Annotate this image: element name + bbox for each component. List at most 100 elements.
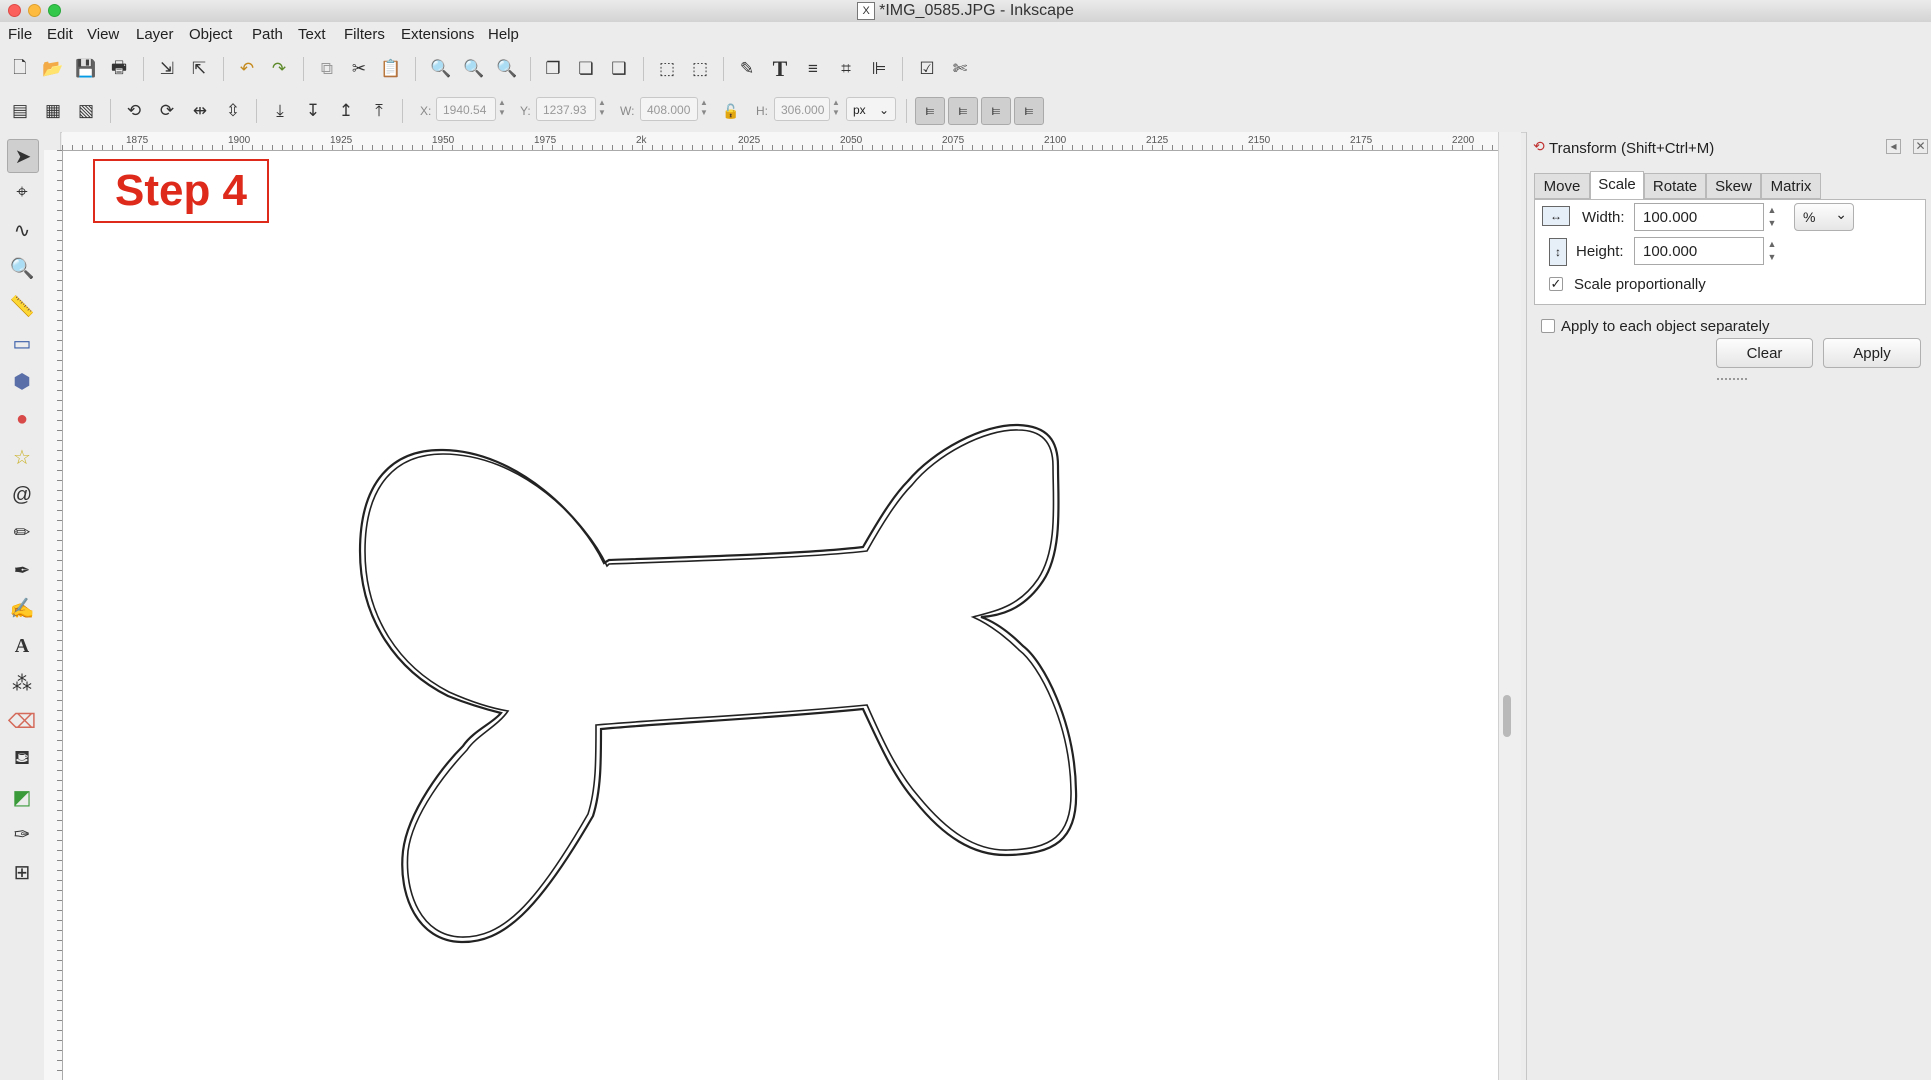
select-all-icon[interactable]: ▤ xyxy=(7,98,33,124)
calligraphy-tool-icon[interactable]: ✍ xyxy=(7,592,37,624)
scale-corners-toggle[interactable]: ⫢ xyxy=(948,97,978,125)
menu-view[interactable]: View xyxy=(87,26,119,43)
unlink-clone-icon[interactable]: ❑ xyxy=(606,56,632,82)
menu-layer[interactable]: Layer xyxy=(136,26,174,43)
height-spinner[interactable]: ▲ ▼ xyxy=(1765,238,1779,264)
lower-to-bottom-icon[interactable]: ⤓ xyxy=(267,98,293,124)
zoom-tool-icon[interactable]: 🔍 xyxy=(7,252,37,284)
connector-tool-icon[interactable]: ⊞ xyxy=(7,856,37,888)
ungroup-icon[interactable]: ⬚ xyxy=(687,56,713,82)
vertical-ruler[interactable] xyxy=(44,150,63,1080)
vertical-scrollbar[interactable] xyxy=(1498,132,1521,1080)
y-spinner[interactable]: ▲ ▼ xyxy=(596,98,608,120)
export-icon[interactable]: ⇱ xyxy=(186,56,212,82)
bone-outline[interactable] xyxy=(63,151,1498,1080)
tab-rotate[interactable]: Rotate xyxy=(1644,173,1706,199)
apply-each-checkbox[interactable] xyxy=(1541,319,1555,333)
open-folder-icon[interactable]: 📂 xyxy=(40,56,66,82)
fill-stroke-icon[interactable]: ✎ xyxy=(734,56,760,82)
zoom-page-icon[interactable]: 🔍 xyxy=(494,56,520,82)
copy-icon[interactable]: ⧉ xyxy=(314,56,340,82)
layers-icon[interactable]: ≡ xyxy=(800,56,826,82)
rotate-ccw-icon[interactable]: ⟲ xyxy=(121,98,147,124)
drawing-canvas[interactable]: Step 4 xyxy=(63,151,1498,1080)
menu-path[interactable]: Path xyxy=(252,26,283,43)
rotate-cw-icon[interactable]: ⟳ xyxy=(154,98,180,124)
zoom-drawing-icon[interactable]: 🔍 xyxy=(461,56,487,82)
tab-scale[interactable]: Scale xyxy=(1590,171,1644,200)
x-field[interactable]: 1940.54 xyxy=(436,97,496,121)
spray-tool-icon[interactable]: ⁂ xyxy=(7,667,37,699)
menu-help[interactable]: Help xyxy=(488,26,519,43)
zoom-selection-icon[interactable]: 🔍 xyxy=(428,56,454,82)
text-font-icon[interactable]: T xyxy=(767,56,793,82)
unit-dropdown[interactable]: % ⌄ xyxy=(1794,203,1854,231)
rectangle-tool-icon[interactable]: ▭ xyxy=(7,327,37,359)
preferences-icon[interactable]: ✄ xyxy=(947,56,973,82)
select-all-layers-icon[interactable]: ▦ xyxy=(40,98,66,124)
xml-editor-icon[interactable]: ⌗ xyxy=(833,56,859,82)
clone-icon[interactable]: ❏ xyxy=(573,56,599,82)
star-tool-icon[interactable]: ☆ xyxy=(7,441,37,473)
close-icon[interactable]: ✕ xyxy=(1913,139,1928,154)
transform-patterns-toggle[interactable]: ⫢ xyxy=(1014,97,1044,125)
measure-tool-icon[interactable]: 📏 xyxy=(7,290,37,322)
spiral-tool-icon[interactable]: @ xyxy=(7,479,37,511)
menu-extensions[interactable]: Extensions xyxy=(401,26,474,43)
undo-icon[interactable]: ↶ xyxy=(234,56,260,82)
menu-file[interactable]: File xyxy=(8,26,32,43)
3d-box-tool-icon[interactable]: ⬢ xyxy=(7,365,37,397)
dock-drag-handle[interactable] xyxy=(1717,378,1747,384)
lock-icon[interactable]: 🔓 xyxy=(718,98,744,124)
redo-icon[interactable]: ↷ xyxy=(266,56,292,82)
cut-icon[interactable]: ✂ xyxy=(346,56,372,82)
clear-button[interactable]: Clear xyxy=(1716,338,1813,368)
horizontal-ruler[interactable]: 1875 1900 1925 1950 1975 2k 2025 2050 20… xyxy=(62,132,1498,151)
tab-move[interactable]: Move xyxy=(1534,173,1590,199)
transform-gradients-toggle[interactable]: ⫢ xyxy=(981,97,1011,125)
menu-edit[interactable]: Edit xyxy=(47,26,73,43)
raise-icon[interactable]: ↥ xyxy=(333,98,359,124)
dock-collapse-icon[interactable]: ◂ xyxy=(1886,139,1901,154)
lower-icon[interactable]: ↧ xyxy=(300,98,326,124)
document-properties-icon[interactable]: ☑ xyxy=(914,56,940,82)
text-tool-icon[interactable]: A xyxy=(7,630,37,662)
width-input[interactable]: 100.000 xyxy=(1634,203,1764,231)
w-field[interactable]: 408.000 xyxy=(640,97,698,121)
tweak-tool-icon[interactable]: ∿ xyxy=(7,214,37,246)
pen-tool-icon[interactable]: ✒ xyxy=(7,554,37,586)
h-spinner[interactable]: ▲ ▼ xyxy=(830,98,842,120)
menu-object[interactable]: Object xyxy=(189,26,232,43)
tab-matrix[interactable]: Matrix xyxy=(1761,173,1821,199)
h-field[interactable]: 306.000 xyxy=(774,97,830,121)
duplicate-icon[interactable]: ❐ xyxy=(540,56,566,82)
raise-to-top-icon[interactable]: ⤒ xyxy=(366,98,392,124)
scale-proportionally-checkbox[interactable]: ✓ xyxy=(1549,277,1563,291)
flip-vertical-icon[interactable]: ⇳ xyxy=(220,98,246,124)
tab-skew[interactable]: Skew xyxy=(1706,173,1761,199)
pencil-tool-icon[interactable]: ✏ xyxy=(7,516,37,548)
import-icon[interactable]: ⇲ xyxy=(154,56,180,82)
unit-select[interactable]: px ⌄ xyxy=(846,97,896,121)
y-field[interactable]: 1237.93 xyxy=(536,97,596,121)
width-spinner[interactable]: ▲ ▼ xyxy=(1765,204,1779,230)
deselect-icon[interactable]: ▧ xyxy=(73,98,99,124)
w-spinner[interactable]: ▲ ▼ xyxy=(698,98,710,120)
save-icon[interactable]: 💾 xyxy=(73,56,99,82)
paste-icon[interactable]: 📋 xyxy=(378,56,404,82)
eraser-tool-icon[interactable]: ⌫ xyxy=(7,705,37,737)
align-distribute-icon[interactable]: ⊫ xyxy=(866,56,892,82)
node-tool-icon[interactable]: ⌖ xyxy=(7,176,37,208)
gradient-tool-icon[interactable]: ◩ xyxy=(7,781,37,813)
scale-stroke-toggle[interactable]: ⫢ xyxy=(915,97,945,125)
dropper-tool-icon[interactable]: ✑ xyxy=(7,818,37,850)
paint-bucket-tool-icon[interactable]: ⛾ xyxy=(7,743,37,775)
scrollbar-thumb[interactable] xyxy=(1503,695,1511,737)
menu-text[interactable]: Text xyxy=(298,26,326,43)
x-spinner[interactable]: ▲ ▼ xyxy=(496,98,508,120)
new-document-icon[interactable]: 🗋 xyxy=(7,56,33,82)
print-icon[interactable]: 🖶 xyxy=(106,56,132,82)
ellipse-tool-icon[interactable]: ● xyxy=(7,403,37,435)
apply-button[interactable]: Apply xyxy=(1823,338,1921,368)
group-icon[interactable]: ⬚ xyxy=(654,56,680,82)
